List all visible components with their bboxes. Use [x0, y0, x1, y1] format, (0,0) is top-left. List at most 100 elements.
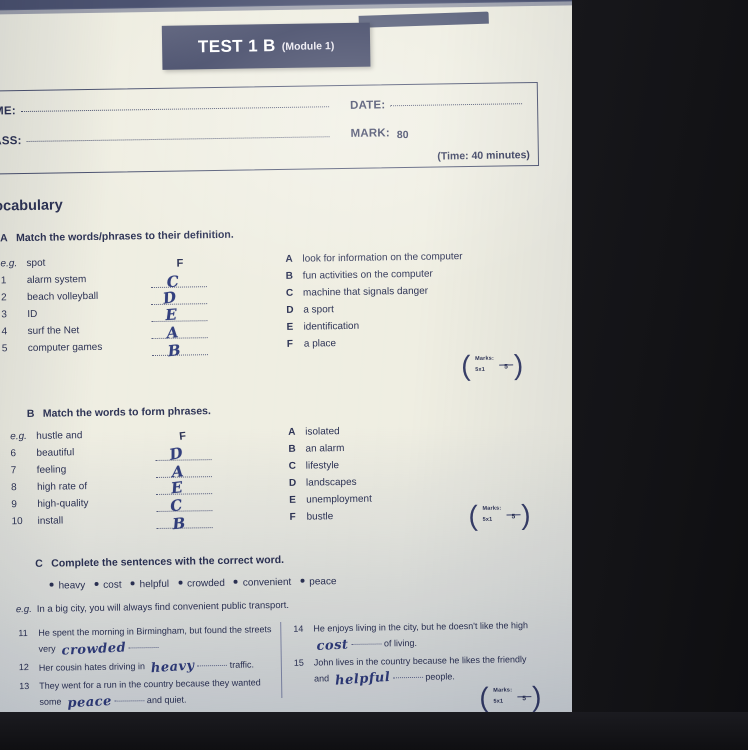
definition-letter: A [285, 253, 293, 265]
marks-paren-left: ( [460, 350, 471, 382]
class-input-line[interactable] [26, 136, 330, 142]
task-b-text: Match the words to form phrases. [42, 405, 211, 420]
list-item: 6 beautiful [10, 447, 87, 465]
handwritten-answer: heavy [149, 658, 195, 677]
answer-dotted-line[interactable] [128, 646, 159, 649]
answer-dotted-line[interactable] [197, 664, 228, 667]
word-bank-word: peace [309, 576, 337, 588]
definition-letter: C [285, 287, 294, 299]
bullet-icon [49, 582, 54, 587]
banner-gloss [161, 22, 371, 70]
answer-blank[interactable]: F [150, 255, 206, 273]
handwritten-answer: crowded [60, 640, 127, 659]
definition-letter: E [286, 321, 294, 333]
mark-label: MARK: [350, 127, 390, 140]
definition-item: Clifestyle [289, 460, 372, 478]
item-number: 9 [11, 499, 17, 511]
item-number: 2 [0, 292, 7, 304]
question-number: 11 [18, 628, 28, 639]
word-bank-item: convenient [233, 577, 291, 589]
marks-paren-right: ) [531, 680, 542, 713]
task-c-text: Complete the sentences with the correct … [51, 553, 285, 570]
bullet-icon [233, 579, 238, 584]
date-label: DATE: [349, 99, 386, 112]
answer-blank[interactable]: E [156, 478, 213, 497]
item-number: 4 [1, 326, 8, 338]
definition-text: bustle [306, 511, 334, 523]
definition-letter: D [288, 477, 297, 489]
task-c-instruction: C Complete the sentences with the correct… [35, 554, 284, 570]
item-text: high rate of [36, 481, 88, 493]
question-text: John lives in the country because he lik… [314, 652, 534, 689]
question-number: 14 [293, 623, 304, 634]
definition-letter: C [288, 460, 297, 472]
definition-letter: E [289, 494, 297, 506]
answer-blank[interactable]: F [155, 428, 211, 446]
task-a-marks-box: () Marks: 5x1 5 [460, 349, 524, 383]
name-input-line[interactable] [20, 106, 330, 113]
answer-dotted-line [151, 320, 208, 323]
bullet-icon [300, 578, 305, 583]
list-item: 5 computer games [2, 342, 103, 361]
answer-dotted-line[interactable] [392, 676, 423, 679]
answer-dotted-line [151, 303, 208, 306]
list-item: 2 beach volleyball [1, 291, 102, 310]
answer-blank[interactable]: A [151, 323, 208, 342]
item-text: hustle and [36, 430, 83, 442]
fill-in-question: 11 He spent the morning in Birmingham, bu… [18, 622, 276, 659]
word-bank-item: helpful [130, 578, 170, 591]
task-a-text: Match the words/phrases to their definit… [16, 228, 234, 245]
handwritten-answer: helpful [334, 669, 391, 689]
item-text: spot [26, 257, 46, 270]
example-answer: F [178, 430, 187, 443]
definition-text: a place [303, 338, 337, 350]
answer-blank[interactable]: B [156, 513, 213, 534]
task-a-letter: A [0, 232, 8, 245]
answer-dotted-line[interactable] [114, 700, 145, 702]
word-bank-item: cost [94, 580, 122, 591]
definition-item: Dlandscapes [289, 477, 372, 495]
answer-blank[interactable]: B [151, 340, 208, 360]
answer-blank[interactable]: C [156, 496, 213, 515]
task-a-answer-column[interactable]: FCDEAB [150, 255, 208, 360]
list-item: 9 high-quality [11, 498, 88, 516]
item-number: 10 [11, 516, 23, 528]
answer-blank[interactable]: D [155, 443, 212, 464]
definition-letter: B [285, 270, 294, 282]
definition-letter: B [288, 443, 296, 455]
title-tab-tail [358, 11, 489, 28]
task-b-marks-box: () Marks: 5x1 5 [468, 499, 530, 533]
item-text: computer games [27, 341, 103, 354]
answer-dotted-line[interactable] [351, 643, 382, 645]
question-text: He enjoys living in the city, but he doe… [313, 618, 533, 654]
item-number: e.g. [0, 258, 18, 270]
class-label: CLASS: [0, 135, 22, 148]
mark-row: MARK: 80 [350, 127, 408, 141]
worksheet-page: TEST 1 B (Module 1) NAME: CLASS: DATE: [0, 0, 589, 723]
word-bank-word: heavy [58, 580, 86, 592]
definition-item: Ban alarm [288, 443, 371, 461]
name-label: NAME: [0, 105, 16, 118]
bullet-icon [178, 580, 183, 585]
handwritten-answer: B [171, 514, 187, 534]
handwritten-answer: D [167, 443, 185, 464]
marks-paren-right: ) [513, 349, 524, 381]
test-title-banner: TEST 1 B (Module 1) [161, 22, 371, 70]
answer-blank[interactable]: A [155, 462, 212, 481]
example-answer: F [176, 257, 184, 270]
question-number: 15 [293, 657, 304, 668]
item-text: ID [27, 308, 38, 320]
answer-blank[interactable]: E [151, 305, 208, 324]
answer-blank[interactable]: D [151, 288, 208, 308]
word-bank-word: helpful [139, 578, 170, 591]
definition-item: Fbustle [289, 511, 372, 529]
word-bank-item: peace [300, 576, 337, 588]
time-limit-note: (Time: 40 minutes) [437, 149, 530, 163]
task-c-questions-right: 14 He enjoys living in the city, but he d… [293, 618, 534, 690]
date-input-line[interactable] [390, 103, 523, 107]
definition-letter: A [288, 426, 296, 438]
task-b-instruction: B Match the words to form phrases. [27, 405, 211, 420]
task-b-answer-column[interactable]: FDAECB [155, 428, 213, 534]
bullet-icon [130, 581, 135, 586]
answer-blank[interactable]: C [150, 272, 207, 291]
